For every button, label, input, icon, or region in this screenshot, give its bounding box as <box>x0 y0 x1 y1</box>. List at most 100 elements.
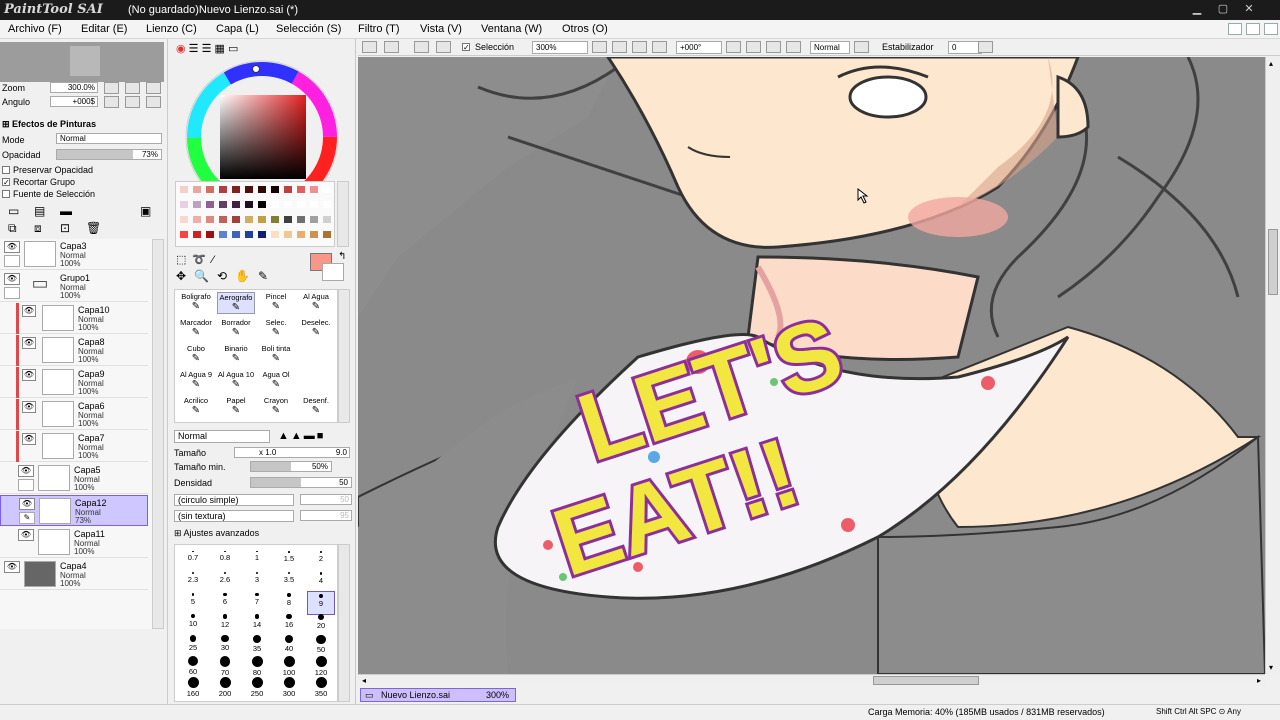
color-swatch[interactable] <box>258 201 266 208</box>
color-swatch[interactable] <box>219 186 227 193</box>
minimize-button[interactable]: ▁ <box>1190 3 1204 15</box>
color-swatch[interactable] <box>258 231 266 238</box>
color-swatch[interactable] <box>245 186 253 193</box>
color-swatch[interactable] <box>258 186 266 193</box>
menu-seleccion[interactable]: Selección (S) <box>276 23 341 35</box>
menu-vista[interactable]: Vista (V) <box>420 23 462 35</box>
hsv-slider-tab-icon[interactable]: ☰ <box>202 43 212 55</box>
color-swatch[interactable] <box>284 201 292 208</box>
layer-row[interactable]: 👁 Capa4 Normal 100% <box>0 559 148 590</box>
lock-box[interactable] <box>4 255 20 267</box>
swap-colors-icon[interactable]: ↰ <box>338 251 346 262</box>
lock-box[interactable] <box>18 479 34 491</box>
effects-toggle[interactable]: ⊞ Efectos de Pinturas <box>2 119 96 130</box>
color-swatch[interactable] <box>206 186 214 193</box>
zoom-out-canvas-button[interactable] <box>592 41 607 53</box>
color-swatch[interactable] <box>245 231 253 238</box>
zoom-in-button[interactable] <box>125 82 140 94</box>
doc-close-button[interactable] <box>1264 23 1278 35</box>
layer-row[interactable]: 👁 Capa8 Normal 100% <box>0 335 148 366</box>
brush-tool-boli-tinta[interactable]: Boli tinta ✎ <box>257 344 295 366</box>
color-wheel-tab-icon[interactable]: ◉ <box>176 43 186 55</box>
drawing-canvas[interactable]: LET'S EAT!! <box>358 57 1265 674</box>
zoom-fit-button[interactable] <box>632 41 647 53</box>
rotate-cw-button[interactable] <box>746 41 761 53</box>
visibility-eye-icon[interactable]: 👁 <box>4 561 20 573</box>
visibility-eye-icon[interactable]: 👁 <box>19 498 35 510</box>
menu-archivo[interactable]: Archivo (F) <box>8 23 62 35</box>
canvas-mode-select[interactable]: Normal <box>810 41 850 54</box>
clear-layer-icon[interactable]: ⊡ <box>60 221 75 235</box>
eyedropper-icon[interactable]: ✎ <box>258 269 276 283</box>
edge-medium-icon[interactable]: ▲ <box>291 430 304 442</box>
rgb-slider-tab-icon[interactable]: ☰ <box>189 43 199 55</box>
layer-row[interactable]: 👁 Capa3 Normal 100% <box>0 239 148 270</box>
redo-button[interactable] <box>384 41 399 53</box>
menu-ventana[interactable]: Ventana (W) <box>481 23 542 35</box>
advanced-settings-toggle[interactable]: ⊞ Ajustes avanzados <box>174 528 259 539</box>
brush-tool-binario[interactable]: Binario ✎ <box>217 344 255 366</box>
canvas-vertical-scrollbar[interactable]: ▴ ▾ <box>1265 57 1280 674</box>
color-swatch[interactable] <box>284 216 292 223</box>
layer-row[interactable]: 👁 ▭ Grupo1 Normal 100% <box>0 271 148 302</box>
invert-selection-button[interactable] <box>436 41 451 53</box>
visibility-eye-icon[interactable]: 👁 <box>22 337 36 349</box>
menu-filtro[interactable]: Filtro (T) <box>358 23 400 35</box>
layer-mode-select[interactable]: Normal <box>56 133 162 144</box>
menu-editar[interactable]: Editar (E) <box>81 23 127 35</box>
size-slider[interactable]: x 1.0 9.0 <box>234 447 350 458</box>
color-swatch[interactable] <box>284 231 292 238</box>
edge-hard-icon[interactable]: ▲ <box>278 430 291 442</box>
density-slider[interactable]: 50 <box>250 477 352 488</box>
document-tab[interactable]: ▭ Nuevo Lienzo.sai 300% <box>360 688 516 702</box>
color-swatch[interactable] <box>206 216 214 223</box>
color-swatch[interactable] <box>193 231 201 238</box>
canvas-angle-field[interactable]: +000° <box>676 41 722 54</box>
color-swatch[interactable] <box>232 216 240 223</box>
visibility-eye-icon[interactable]: 👁 <box>18 465 34 477</box>
clip-group-checkbox[interactable]: ✓ <box>2 178 10 187</box>
paint-brush-icon[interactable]: ✎ <box>19 512 35 524</box>
brush-texture-strength[interactable]: 95 <box>300 510 352 521</box>
brush-tool-al-agua-9[interactable]: Al Agua 9 ✎ <box>177 370 215 392</box>
brush-tool-pincel[interactable]: Pincel ✎ <box>257 292 295 314</box>
menu-capa[interactable]: Capa (L) <box>216 23 259 35</box>
stabilizer-dropdown-button[interactable] <box>978 41 993 53</box>
zoom-field[interactable]: 300.0% <box>50 82 98 93</box>
color-swatch[interactable] <box>310 186 318 193</box>
color-swatch[interactable] <box>232 231 240 238</box>
deselect-button[interactable] <box>414 41 429 53</box>
rotate-reset-canvas-button[interactable] <box>766 41 781 53</box>
min-size-slider[interactable]: 50% <box>250 461 332 472</box>
flip-horizontal-button[interactable] <box>786 41 801 53</box>
navigator-preview[interactable] <box>0 42 164 82</box>
layer-row[interactable]: 👁 Capa7 Normal 100% <box>0 431 148 462</box>
new-layer-icon[interactable]: ▭ <box>8 204 23 218</box>
brush-size-preset[interactable]: 200 <box>211 675 239 699</box>
color-swatch[interactable] <box>193 186 201 193</box>
brush-tool-desenf-[interactable]: Desenf. ✎ <box>297 396 335 418</box>
color-swatch[interactable] <box>245 216 253 223</box>
color-swatch[interactable] <box>310 201 318 208</box>
brush-tool-al-agua-10[interactable]: Al Agua 10 ✎ <box>217 370 255 392</box>
brush-tool-selec-[interactable]: Selec. ✎ <box>257 318 295 340</box>
swatches-tab-icon[interactable]: ▦ <box>215 43 225 55</box>
brush-tool-aerografo[interactable]: Aerografo ✎ <box>217 292 255 314</box>
visibility-eye-icon[interactable]: 👁 <box>22 401 36 413</box>
hand-icon[interactable]: ✋ <box>235 269 258 283</box>
maximize-button[interactable]: ▢ <box>1216 3 1230 15</box>
merge-down-icon[interactable]: ⧈ <box>34 221 49 235</box>
zoom-reset-button[interactable] <box>146 82 161 94</box>
scratchpad-tab-icon[interactable]: ▭ <box>228 43 238 55</box>
color-swatch[interactable] <box>232 186 240 193</box>
brush-tool-cubo[interactable]: Cubo ✎ <box>177 344 215 366</box>
brush-shape-select[interactable]: (circulo simple) <box>174 494 294 506</box>
visibility-eye-icon[interactable]: 👁 <box>4 241 20 253</box>
color-swatch[interactable] <box>323 231 331 238</box>
color-swatch[interactable] <box>206 201 214 208</box>
doc-restore-button[interactable] <box>1246 23 1260 35</box>
scroll-up-arrow-icon[interactable]: ▴ <box>1269 59 1273 68</box>
horizontal-scroll-thumb[interactable] <box>873 676 979 685</box>
color-swatch[interactable] <box>323 186 331 193</box>
zoom-out-button[interactable] <box>104 82 119 94</box>
